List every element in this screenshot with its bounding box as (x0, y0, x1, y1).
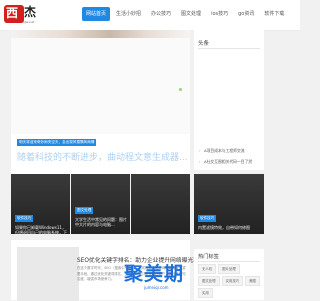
logo-mark-2: 杰 (24, 5, 37, 19)
site-logo[interactable]: 西 杰 XiJie.net (4, 2, 38, 26)
hero-indicator-dot[interactable] (179, 88, 182, 91)
nav-item-image-text[interactable]: 图文处理 (177, 7, 205, 21)
tag-button[interactable]: 实用技巧 (221, 276, 244, 286)
article-card[interactable]: 图文处理 大学生活中常见的问题：图片中大片的内容与电脑... (71, 174, 130, 234)
tag-button[interactable]: 图文处理 (198, 276, 220, 286)
bullet-arrow-icon: › (199, 148, 201, 153)
news-list-item[interactable]: › A社交互图相关代码一目了然 (199, 159, 252, 165)
tag-button[interactable]: 美图 (245, 276, 260, 286)
tag-cloud: 无人机 图片处理 图文处理 实用技巧 美图 实用 (198, 264, 262, 298)
hero-image-strip (11, 30, 190, 38)
headline-news-box: 头条 › A项目成本与工程师交流 › A社交互图相关代码一目了然 (194, 34, 264, 170)
article-card[interactable] (131, 174, 190, 234)
tag-button[interactable]: 无人机 (198, 264, 217, 274)
nav-item-go-news[interactable]: go资讯 (234, 7, 258, 21)
tag-button[interactable]: 实用 (198, 288, 213, 298)
news-item-text[interactable]: A社交互图相关代码一目了然 (204, 159, 252, 164)
news-item-text[interactable]: A项目成本与工程师交流 (204, 148, 245, 153)
card-category-tag[interactable]: 软件技巧 (15, 215, 34, 222)
news-list-item[interactable]: › A项目成本与工程师交流 (199, 148, 245, 154)
watermark-text: 聚美期 (124, 263, 185, 285)
watermark-url: jumeiqi.com (144, 285, 169, 290)
card-image (131, 174, 190, 234)
nav-item-life-tips[interactable]: 生活小妙招 (112, 7, 145, 21)
bullet-arrow-icon: › (199, 159, 201, 164)
article-card[interactable]: 软件技巧 如果你已卸载Windows11，但想退回自己的电脑系统，下面的方法可以… (11, 174, 70, 234)
article-card[interactable]: 软件技巧 内置滤镜特效，自带如何修图 (194, 174, 264, 234)
news-section-title: 头条 (198, 41, 210, 47)
news-divider (198, 48, 260, 49)
card-category-tag[interactable]: 图文处理 (75, 207, 94, 214)
card-category-tag[interactable]: 软件技巧 (198, 215, 217, 222)
logo-subtext: XiJie.net (22, 20, 35, 24)
card-title[interactable]: 如果你已卸载Windows11，但想退回自己的电脑系统，下面的方法可以... (15, 225, 67, 234)
tags-section-title: 热门标签 (198, 254, 219, 260)
featured-title[interactable]: 随着科技的不断进步，曲动程文意生成器... (17, 150, 188, 163)
nav-item-home[interactable]: 网站首页 (82, 7, 111, 21)
tags-divider (198, 261, 260, 262)
nav-item-software-download[interactable]: 软件下载 (260, 7, 288, 21)
logo-mark: 西 (6, 6, 19, 20)
hot-tags-box: 热门标签 无人机 图片处理 图文处理 实用技巧 美图 实用 (194, 249, 264, 300)
article-thumbnail[interactable] (17, 247, 79, 301)
featured-badge: 明天将迎来奇妙雨夹空天，会出现风雪飘风雨情 (17, 139, 97, 146)
main-nav: 网站首页 生活小妙招 办公技巧 图文处理 ios技巧 go资讯 软件下载 (82, 7, 290, 21)
nav-item-office-tips[interactable]: 办公技巧 (147, 7, 175, 21)
tag-button[interactable]: 图片处理 (218, 264, 240, 274)
watermark: 聚美期 jumeiqi.com (124, 263, 190, 291)
card-title[interactable]: 大学生活中常见的问题：图片中大片的内容与电脑... (75, 217, 129, 227)
featured-article[interactable]: 明天将迎来奇妙雨夹空天，会出现风雪飘风雨情 随着科技的不断进步，曲动程文意生成器… (11, 134, 190, 174)
card-title[interactable]: 内置滤镜特效，自带如何修图 (198, 225, 262, 230)
hero-banner[interactable] (11, 30, 190, 134)
nav-item-ios-tips[interactable]: ios技巧 (207, 7, 232, 21)
hero-image-area (11, 38, 190, 134)
site-header: 西 杰 XiJie.net 网站首页 生活小妙招 办公技巧 图文处理 ios技巧… (0, 0, 300, 31)
